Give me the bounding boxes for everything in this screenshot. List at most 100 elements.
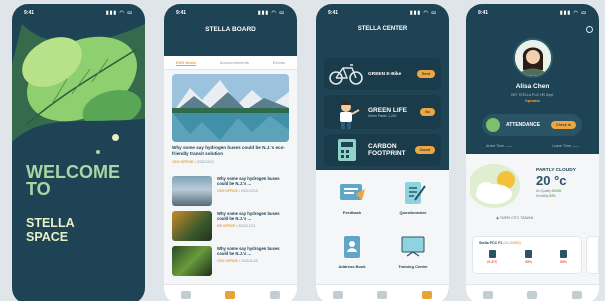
status-time: 9:41 [24,10,35,16]
go-button[interactable]: Go [420,108,435,116]
green-life-title: GREEN LIFE [368,106,408,114]
hero-office: CEO OFFICE [172,160,194,164]
status-time: 9:41 [328,10,339,16]
bicycle-icon [328,61,364,87]
pcc-status: (CLOSED) [503,241,521,245]
news-thumbnail [172,246,212,276]
droplet-icon [560,250,568,258]
calculator-icon [328,137,364,163]
welcome-line3: STELLA [26,216,75,230]
news-thumbnail [172,211,212,241]
green-life-label: GREEN LIFE Green Points: 1,200 [368,107,420,118]
nav-grid-icon[interactable] [421,290,432,299]
ebike-label: GREEN E-Bike [368,71,402,77]
carbon-line1: CARBON [368,143,397,150]
count-button[interactable]: Count [414,146,435,154]
bottom-nav [466,284,599,301]
welcome-line4: SPACE [26,230,69,244]
profile-header: 9:41 ▮▮▮ ◠ ▭ Alisa Chen HET STELLA PUC H… [466,4,599,154]
training-board-icon [399,234,427,260]
feedback-tile[interactable]: Feedback [322,174,382,224]
attendance-times: Arrive Time —— Leave Time —— [466,144,599,148]
status-bar: 9:41 ▮▮▮ ◠ ▭ [164,4,297,22]
nav-leaf-icon[interactable] [181,290,192,299]
bottom-nav [164,284,297,301]
address-book-label: Address Book [338,264,366,269]
board-header: 9:41 ▮▮▮ ◠ ▭ STELLA BOARD [164,4,297,56]
leaf-illustration [12,24,145,142]
page-title: STELLA CENTER [357,26,408,32]
status-time: 9:41 [176,10,187,16]
list-item[interactable]: Why some say hydrogen buses could be N.J… [172,211,289,243]
user-role: Operator [524,99,541,103]
address-book-tile[interactable]: Address Book [322,228,382,278]
pcc-card-next[interactable] [586,236,599,274]
questionnaire-tile[interactable]: Questionnaire [383,174,443,224]
news-office: HR OFFICE [217,224,236,229]
check-in-button[interactable]: Check in [551,121,576,129]
humidity-value: 65% [549,194,556,198]
tab-esg-news[interactable]: ESG News [175,60,196,66]
pcc-card[interactable]: Stella PCC F1 (CLOSED) 21.6°C 65% 65% [472,236,582,274]
attendance-label: ATTENDANCE [506,122,541,128]
carbon-footprint-card[interactable]: CARBON FOOTPRINT Count [324,134,441,166]
address-book-icon [338,234,366,260]
status-icons: ▮▮▮ ◠ ▭ [105,10,133,16]
air-quality-label: Air Quality [536,189,551,193]
hero-date: • 2022/12/21 [194,160,215,164]
news-date: • 2022/12/16 [238,189,258,194]
hero-headline[interactable]: Why some say hydrogen buses could be N.J… [172,145,289,156]
news-date: • 2022/11/28 [238,259,258,264]
status-icons: ▮▮▮ ◠ ▭ [559,10,587,16]
nav-board-icon[interactable] [527,290,538,299]
questionnaire-label: Questionnaire [399,210,427,215]
air-quality-value: GOOD [551,189,562,193]
status-icons: ▮▮▮ ◠ ▭ [257,10,285,16]
gear-icon[interactable] [586,26,593,33]
green-life-card[interactable]: GREEN LIFE Green Points: 1,200 Go [324,95,441,129]
news-headline: Why some say hydrogen buses could be N.J… [217,246,280,257]
tab-announcements[interactable]: Announcements [220,60,249,65]
nav-grid-icon[interactable] [269,290,280,299]
pcc-reading: 65% [560,250,568,264]
welcome-subtitle: STELLA SPACE [26,216,75,244]
training-center-tile[interactable]: Training Center [383,228,443,278]
avatar[interactable] [513,38,553,78]
welcome-line2: TO [26,179,51,199]
humidity-label: Humidity [536,194,549,198]
questionnaire-icon [399,180,427,206]
user-name: Alisa Chen [515,83,550,90]
status-icons: ▮▮▮ ◠ ▭ [409,10,437,16]
thermometer-icon [488,250,496,258]
nav-grid-icon[interactable] [571,290,582,299]
list-item[interactable]: Why some say hydrogen buses could be N.J… [172,246,289,278]
board-tabs: ESG News Announcements Events [164,56,297,70]
center-screen: 9:41 ▮▮▮ ◠ ▭ STELLA CENTER GREEN E-Bike … [316,4,449,301]
training-center-label: Training Center [398,264,428,269]
welcome-screen: 9:41 ▮▮▮ ◠ ▭ WELCOME TO STELLA SPACE [12,4,145,301]
status-bar: 9:41 ▮▮▮ ◠ ▭ [12,4,145,22]
nav-board-icon[interactable] [225,290,236,299]
welcome-title: WELCOME TO [26,163,120,199]
pcc-readings: 21.6°C 65% 65% [473,250,581,264]
rent-button[interactable]: Rent [417,70,435,78]
decor-dot [112,134,119,141]
check-icon [486,118,500,132]
pcc-name: Stella PCC F1 [479,241,503,245]
nav-leaf-icon[interactable] [333,290,344,299]
user-dept: HET STELLA PUC HR Dept. [510,93,555,97]
pcc-reading: 65% [525,250,533,264]
news-office: CEO OFFICE [217,189,238,194]
service-grid: Feedback Questionnaire Address Book Trai… [316,170,449,284]
carbon-label: CARBON FOOTPRINT [368,143,415,157]
decor-dot [96,150,100,154]
nav-leaf-icon[interactable] [483,290,494,299]
hero-image[interactable] [172,74,289,142]
humidity-icon [525,250,533,258]
status-bar: 9:41 ▮▮▮ ◠ ▭ [316,4,449,22]
list-item[interactable]: Why some say hydrogen buses could be N.J… [172,176,289,208]
nav-board-icon[interactable] [377,290,388,299]
feedback-label: Feedback [342,210,362,215]
ebike-card[interactable]: GREEN E-Bike Rent [324,58,441,90]
tab-events[interactable]: Events [273,60,285,65]
